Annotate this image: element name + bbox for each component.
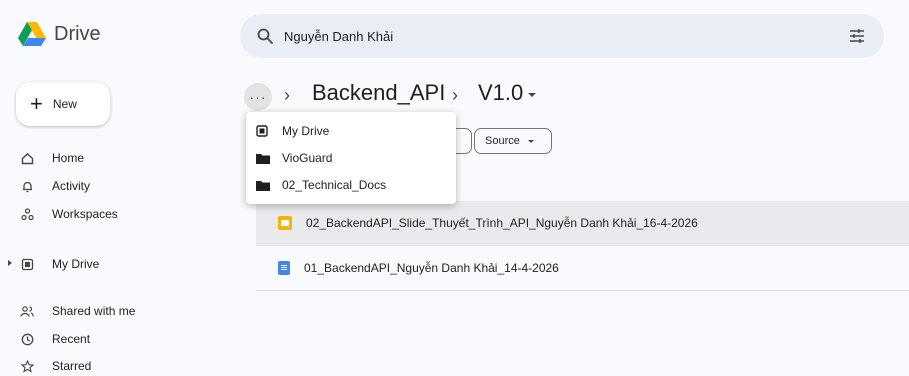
sidebar-item-workspaces[interactable]: Workspaces — [20, 204, 118, 224]
file-row[interactable]: 01_BackendAPI_Nguyễn Danh Khải_14-4-2026 — [256, 246, 909, 291]
docs-icon — [278, 261, 290, 275]
new-button-label: New — [52, 97, 77, 111]
menu-item-my-drive[interactable]: My Drive — [256, 121, 329, 141]
workspaces-icon — [20, 207, 34, 221]
chevron-down-icon — [527, 139, 534, 143]
sidebar-item-shared[interactable]: Shared with me — [20, 301, 135, 321]
search-bar[interactable] — [240, 14, 884, 58]
sidebar-item-label: Starred — [52, 359, 92, 373]
home-icon — [20, 151, 34, 165]
new-button[interactable]: + New — [16, 82, 110, 126]
bell-icon — [20, 179, 34, 193]
sidebar-item-label: My Drive — [52, 257, 100, 271]
sidebar-item-label: Activity — [52, 179, 91, 193]
my-drive-icon — [256, 125, 270, 137]
slides-icon — [278, 216, 292, 230]
sidebar-item-starred[interactable]: Starred — [20, 356, 91, 376]
sidebar-item-label: Home — [52, 151, 85, 165]
file-row[interactable]: 02_BackendAPI_Slide_Thuyết_Trình_API_Ngu… — [256, 201, 909, 246]
search-options-icon[interactable] — [848, 27, 866, 45]
menu-item-label: 02_Technical_Docs — [282, 178, 387, 192]
sidebar-item-my-drive[interactable]: My Drive — [8, 254, 100, 274]
star-icon — [20, 359, 34, 373]
sidebar-item-label: Shared with me — [52, 304, 136, 318]
chevron-down-icon[interactable] — [528, 93, 536, 97]
menu-item-vioguard[interactable]: VioGuard — [256, 148, 332, 168]
app-name: Drive — [54, 22, 101, 45]
breadcrumb-item-backend-api[interactable]: Backend_API — [312, 80, 445, 106]
breadcrumb-more-button[interactable]: ··· — [244, 83, 272, 111]
menu-item-technical-docs[interactable]: 02_Technical_Docs — [256, 175, 386, 195]
sidebar-item-recent[interactable]: Recent — [20, 329, 90, 349]
drive-logo-icon — [18, 22, 46, 46]
breadcrumb-menu: My Drive VioGuard 02_Technical_Docs — [246, 112, 456, 204]
plus-icon: + — [30, 91, 43, 116]
file-name: 02_BackendAPI_Slide_Thuyết_Trình_API_Ngu… — [306, 216, 698, 230]
breadcrumb-separator-icon: › — [284, 85, 290, 105]
breadcrumb-separator-icon: › — [452, 85, 458, 105]
menu-item-label: My Drive — [282, 124, 330, 138]
sidebar-item-activity[interactable]: Activity — [20, 176, 90, 196]
sidebar-item-label: Recent — [52, 332, 91, 346]
expand-arrow-icon[interactable] — [8, 260, 12, 266]
breadcrumb-item-current[interactable]: V1.0 — [478, 80, 523, 106]
file-name: 01_BackendAPI_Nguyễn Danh Khải_14-4-2026 — [304, 261, 559, 275]
menu-item-label: VioGuard — [282, 151, 333, 165]
my-drive-icon — [20, 257, 34, 271]
folder-icon — [256, 179, 270, 191]
sidebar-item-label: Workspaces — [52, 207, 118, 221]
folder-icon — [256, 152, 270, 164]
people-icon — [20, 304, 34, 318]
sidebar-item-home[interactable]: Home — [20, 148, 84, 168]
clock-icon — [20, 332, 34, 346]
search-input[interactable] — [284, 28, 804, 44]
drive-logo[interactable]: Drive — [18, 22, 101, 46]
source-filter-chip[interactable]: Source — [474, 128, 552, 154]
source-filter-label: Source — [485, 135, 520, 147]
search-icon[interactable] — [256, 27, 274, 45]
